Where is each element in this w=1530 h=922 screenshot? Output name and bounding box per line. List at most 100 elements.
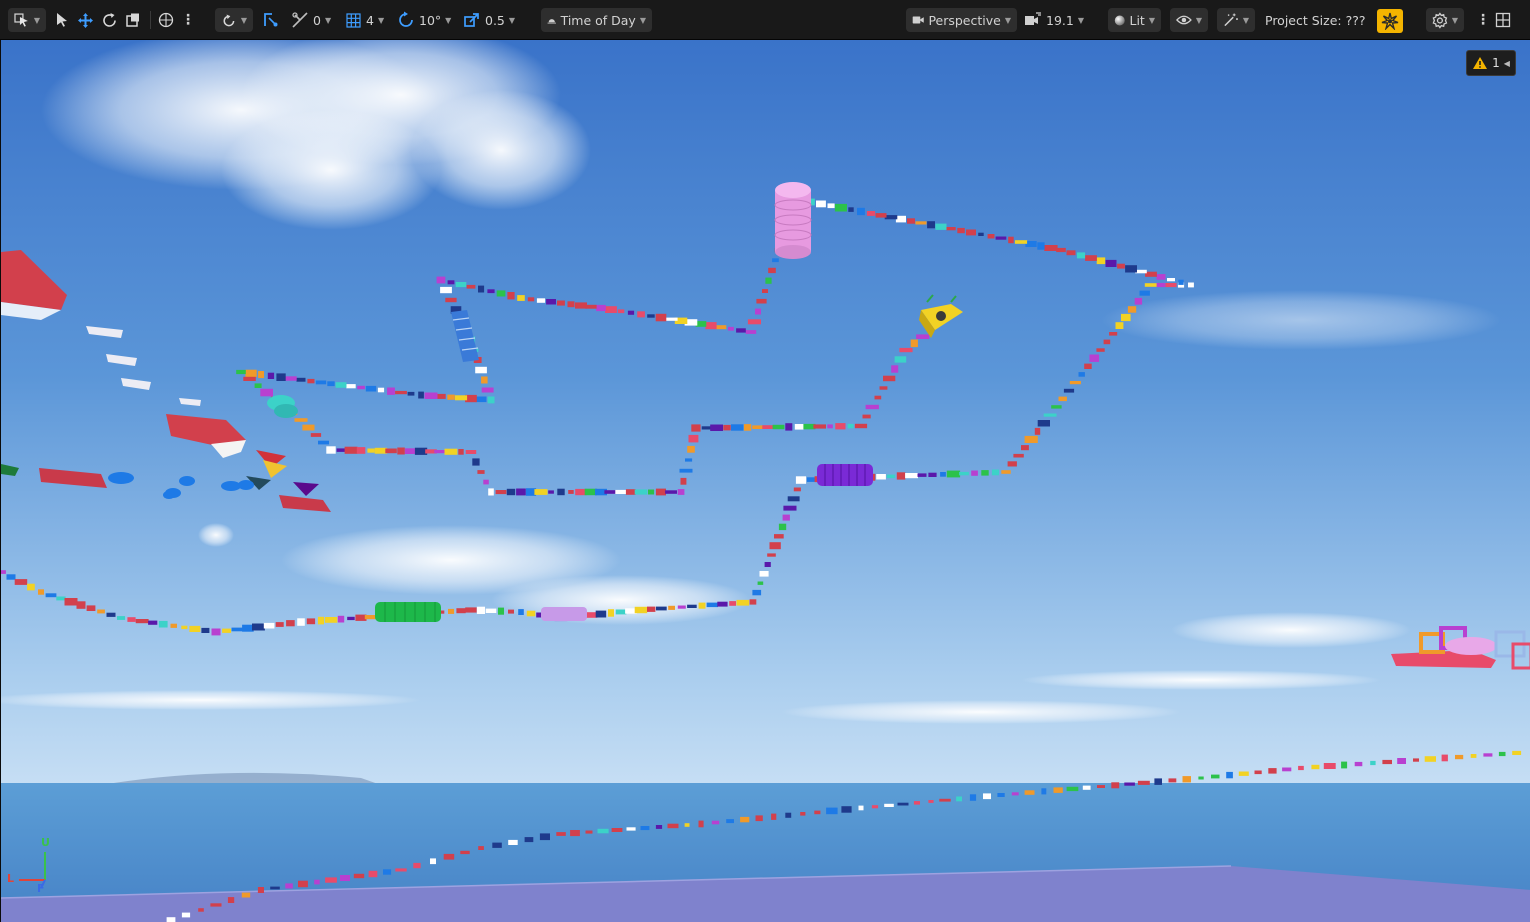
obby-block [883,375,896,382]
obby-block [772,424,785,430]
obby-block [285,376,297,381]
obby-block [276,373,286,381]
obby-block [242,624,254,632]
obby-block [524,837,534,843]
obby-block [913,801,920,805]
green-cylinders [375,602,441,622]
obby-block [759,571,769,577]
obby-block [813,424,826,429]
show-flags-dropdown[interactable]: ▼ [1170,8,1208,32]
move-tool-button[interactable] [77,8,94,32]
obby-block [257,887,264,893]
obby-block [723,424,731,431]
obby-block [647,314,655,318]
level-viewport[interactable]: 1 ◀ U L F [0,40,1530,922]
obby-block [706,602,718,608]
obby-block [1111,782,1120,789]
obby-block [368,870,378,878]
pivot-button[interactable] [262,8,280,32]
obby-block [1144,283,1158,287]
grid-snap-dropdown[interactable]: 0 ▼ [291,8,331,32]
obby-block [946,470,961,478]
select-tool-button[interactable] [55,8,69,32]
fx-dropdown[interactable]: ▼ [1217,8,1255,32]
obby-block [86,605,96,611]
obby-block [785,812,792,818]
obby-block [1154,778,1162,785]
obby-block [263,622,275,629]
time-of-day-dropdown[interactable]: Time of Day ▼ [541,8,652,32]
obby-block [518,609,524,615]
obby-block [387,387,395,395]
obby-block [1056,247,1066,253]
viewport-settings-dropdown[interactable]: ▼ [1426,8,1464,32]
obby-block [774,534,784,539]
obby-block [297,618,305,626]
obby-block [516,488,526,496]
obby-block [383,869,392,875]
chevron-down-icon: ▼ [639,15,646,25]
obby-block [1282,767,1292,772]
obby-block [1413,758,1419,762]
obby-block [769,542,781,550]
editor-window: ▼ ⋮ ▼ 0 ▼ 4 ▼ 10° ▼ 0.5 ▼ Time of Day ▼ … [0,0,1530,922]
warnings-button[interactable]: 1 ◀ [1466,50,1516,76]
rotation-snap-dropdown[interactable]: 10° ▼ [397,8,451,32]
obby-block [740,816,750,823]
obby-block [286,620,295,627]
scale-tool-button[interactable] [125,8,141,32]
obby-block [915,221,927,225]
obby-block [910,339,918,348]
obby-block [710,424,723,431]
obby-block [478,285,485,293]
transform-options-button[interactable]: ⋮ [181,8,195,32]
obby-block [325,877,337,883]
chevron-down-icon: ▼ [377,15,385,25]
obby-block [210,903,222,907]
snap-toggle-button[interactable] [1377,9,1403,33]
lighting-mode-dropdown[interactable]: Lit ▼ [1108,8,1161,32]
obby-block [314,879,320,885]
obby-block [243,376,256,381]
obby-block [656,606,667,611]
obby-block [1156,274,1166,280]
obby-block [595,610,607,618]
obby-block [424,392,438,399]
obby-block [1156,282,1166,288]
scale-snap-dropdown[interactable]: 0.5 ▼ [463,8,515,32]
obby-block [762,425,774,429]
rotate-tool-button[interactable] [101,8,118,32]
view-mode-dropdown[interactable]: Perspective ▼ [906,8,1017,32]
obby-block [385,448,397,454]
obby-block [995,236,1007,240]
grid-size-dropdown[interactable]: 4 ▼ [345,8,384,32]
obby-block [1145,271,1157,277]
kebab-icon: ⋮ [1476,12,1490,28]
obby-block [1397,758,1406,764]
obby-block [346,384,356,389]
obby-block [665,490,677,494]
obby-block [814,810,821,815]
obby-block [465,450,477,454]
obby-block [436,276,446,284]
obby-block [983,793,991,800]
obby-block [1066,250,1076,256]
obby-block [655,825,663,829]
obby-block [1063,388,1075,393]
obby-block [1097,785,1105,788]
obby-block [306,618,316,625]
obby-block [148,620,158,625]
obby-block [847,423,854,429]
viewport-options-button[interactable]: ⋮ [1476,8,1490,32]
obby-block [6,574,16,580]
camera-speed-dropdown[interactable]: 19.1 ▼ [1024,8,1084,32]
pivot-icon [264,13,278,27]
viewport-layout-button[interactable] [1495,8,1511,32]
world-local-toggle[interactable] [158,8,174,32]
obby-block [981,470,989,476]
obby-block [736,328,746,333]
surface-snap-dropdown[interactable]: ▼ [215,8,253,32]
grid-snap-icon [292,12,308,28]
obby-block [886,474,896,479]
select-mode-dropdown[interactable]: ▼ [8,8,46,32]
